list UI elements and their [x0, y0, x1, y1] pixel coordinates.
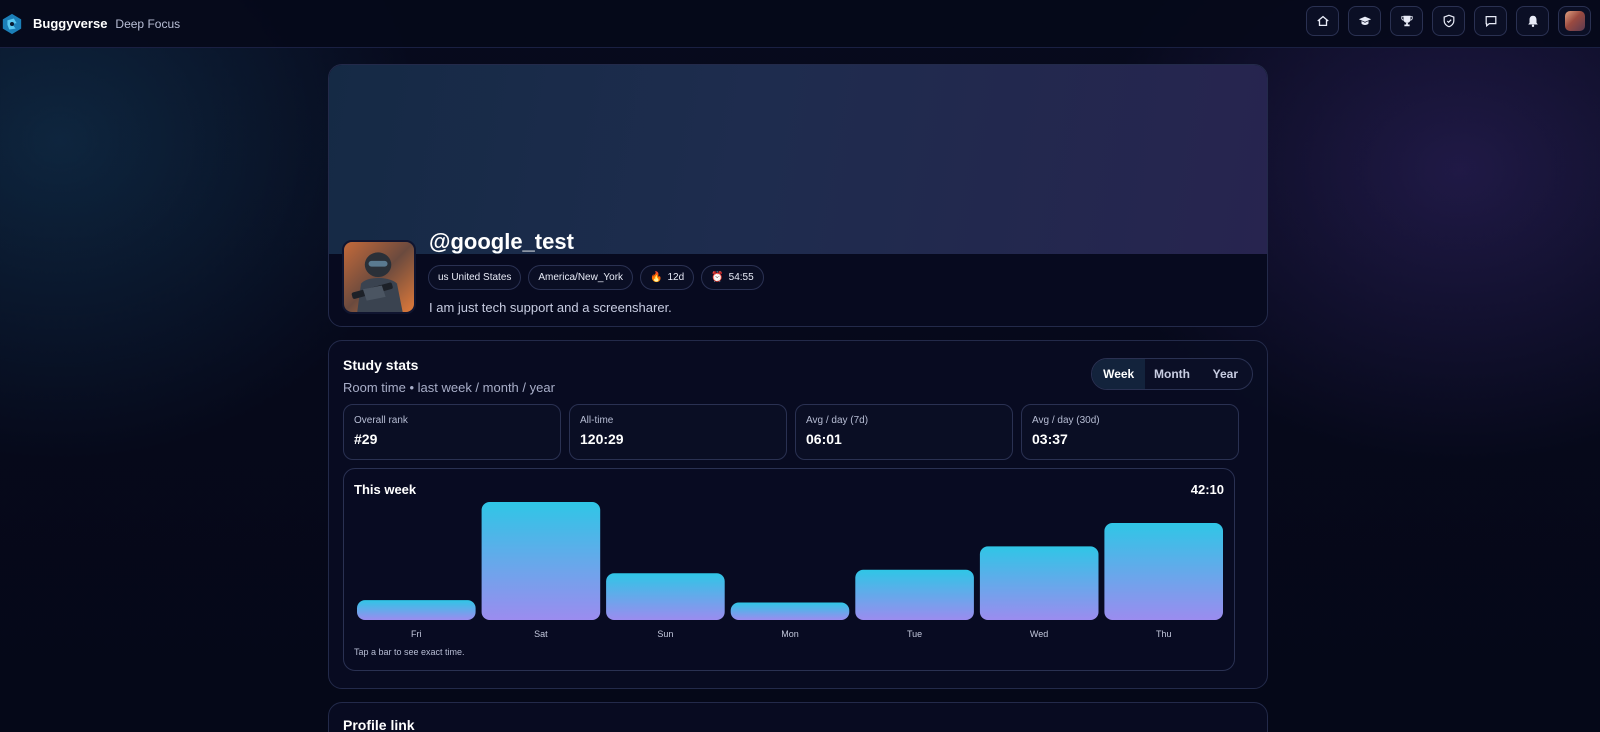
tick-label-mon: Mon [781, 629, 799, 639]
chart-hint: Tap a bar to see exact time. [354, 647, 465, 657]
username: @google_test [429, 229, 574, 254]
bar-sat[interactable] [481, 502, 601, 620]
bar-thu[interactable] [1104, 523, 1223, 620]
time-chip: ⏰ 54:55 [701, 265, 764, 290]
country-chip: us United States [428, 265, 522, 290]
avg-7d-tile: Avg / day (7d) 06:01 [795, 404, 1013, 460]
profile-avatar [342, 240, 416, 314]
bar-sun[interactable] [606, 573, 725, 620]
timer-icon: ⏰ [711, 272, 724, 283]
chat-icon [1485, 16, 1496, 28]
profile-banner [329, 65, 1267, 254]
tile-label: Avg / day (7d) [806, 415, 869, 426]
tick-label-tue: Tue [907, 629, 922, 639]
bell-icon [1527, 15, 1538, 28]
tick-label-thu: Thu [1156, 629, 1172, 639]
profile-bio: I am just tech support and a screenshare… [429, 300, 672, 315]
all-time-tile: All-time 120:29 [569, 404, 787, 460]
avatar [1564, 11, 1585, 31]
shield-icon [1443, 14, 1454, 28]
tick-label-sun: Sun [657, 629, 673, 639]
bar-wed[interactable] [979, 546, 1099, 620]
trophy-icon [1400, 15, 1413, 27]
study-button[interactable] [1348, 6, 1381, 36]
country-label: us United States [438, 272, 512, 283]
timezone-chip: America/New_York [528, 265, 634, 290]
brand-name: Buggyverse [33, 16, 108, 31]
stats-title: Study stats [343, 357, 419, 373]
tile-label: Avg / day (30d) [1032, 415, 1100, 426]
bar-tue[interactable] [855, 569, 974, 620]
tab-year[interactable]: Year [1199, 359, 1252, 389]
tile-label: All-time [580, 415, 614, 426]
streak-chip: 🔥 12d [640, 265, 695, 290]
logo-icon [2, 13, 22, 34]
messages-button[interactable] [1474, 6, 1507, 36]
study-stats-card: Study stats Room time • last week / mont… [328, 340, 1268, 689]
streak-label: 12d [667, 272, 685, 283]
home-icon [1316, 15, 1329, 27]
timezone-label: America/New_York [538, 272, 624, 283]
range-toggle: Week Month Year [1091, 358, 1253, 390]
tile-label: Overall rank [354, 415, 408, 426]
chart-total: 42:10 [1190, 482, 1224, 497]
brand-subtitle: Deep Focus [115, 16, 181, 31]
main-column: @google_test us United States America/Ne… [328, 64, 1268, 732]
stat-tiles: Overall rank #29 All-time 120:29 Avg / d… [343, 404, 1239, 460]
chart-title: This week [354, 482, 417, 497]
avg-30d-tile: Avg / day (30d) 03:37 [1021, 404, 1239, 460]
profile-avatar-image [344, 242, 414, 312]
bar-fri[interactable] [357, 600, 476, 620]
bar-mon[interactable] [730, 602, 850, 621]
time-label: 54:55 [728, 272, 754, 283]
top-bar: Buggyverse Deep Focus [0, 0, 1600, 48]
stats-subtitle: Room time • last week / month / year [343, 380, 555, 395]
weekly-bar-chart: Fri Sat Sun Mon Tue Wed Thu [357, 502, 1223, 639]
home-button[interactable] [1306, 6, 1339, 36]
fire-icon: 🔥 [650, 272, 663, 283]
profile-link-title: Profile link [343, 717, 415, 732]
tick-label-fri: Fri [411, 629, 422, 639]
notifications-button[interactable] [1516, 6, 1549, 36]
leaderboard-button[interactable] [1390, 6, 1423, 36]
moderation-button[interactable] [1432, 6, 1465, 36]
tile-value: #29 [354, 431, 378, 447]
profile-chips: us United States America/New_York 🔥 12d … [428, 265, 771, 290]
weekly-chart: Fri Sat Sun Mon Tue Wed Thu This week 42:10 Ta… [343, 468, 1235, 671]
profile-link-card: Profile link [328, 702, 1268, 732]
tick-label-sat: Sat [534, 629, 548, 639]
user-avatar-button[interactable] [1558, 6, 1591, 36]
tile-value: 120:29 [580, 431, 624, 447]
tab-week[interactable]: Week [1092, 359, 1146, 389]
top-nav [1297, 6, 1591, 36]
tile-value: 06:01 [806, 431, 842, 447]
tile-value: 03:37 [1032, 431, 1068, 447]
overall-rank-tile: Overall rank #29 [343, 404, 561, 460]
graduation-cap-icon [1358, 16, 1371, 25]
brand[interactable]: Buggyverse Deep Focus [1, 13, 180, 35]
tab-month[interactable]: Month [1145, 359, 1198, 389]
tick-label-wed: Wed [1030, 629, 1048, 639]
profile-card: @google_test us United States America/Ne… [328, 64, 1268, 327]
